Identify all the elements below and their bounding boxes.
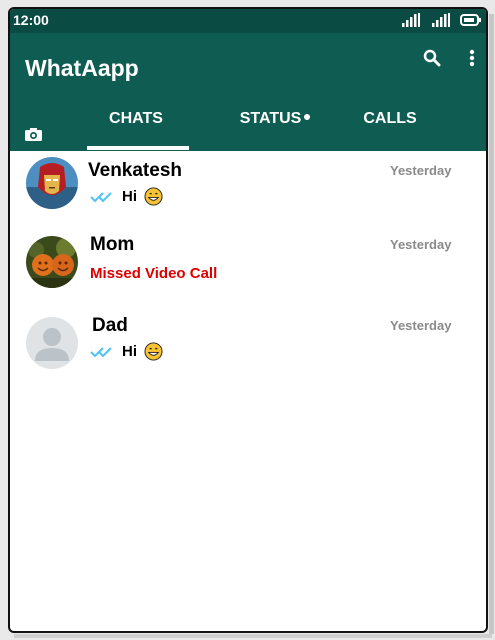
avatar[interactable] (26, 236, 78, 288)
default-avatar-icon (26, 317, 78, 369)
contact-name: Mom (90, 234, 135, 255)
frame-shadow-right (489, 14, 494, 634)
tab-status-label: STATUS (239, 110, 302, 127)
double-tick-icon (90, 347, 112, 358)
signal-icon (432, 13, 450, 27)
chat-row-dad[interactable]: Dad Yesterday Hi (10, 312, 486, 382)
double-tick-icon (90, 192, 112, 203)
chat-row-mom[interactable]: Mom Yesterday Missed Video Call (10, 231, 486, 301)
missed-call-text: Missed Video Call (90, 265, 218, 282)
chat-row-venkatesh[interactable]: Venkatesh Yesterday Hi (10, 157, 486, 227)
active-tab-indicator (87, 146, 189, 150)
tab-status[interactable]: STATUS (230, 110, 320, 128)
tab-calls-label: CALLS (363, 110, 417, 127)
chat-timestamp: Yesterday (390, 318, 452, 333)
frame-shadow-bottom (14, 634, 492, 638)
more-options-icon[interactable] (469, 49, 475, 67)
grinning-emoji-icon (144, 187, 163, 206)
tab-calls[interactable]: CALLS (360, 110, 420, 128)
message-text: Hi (122, 188, 137, 205)
avatar[interactable] (26, 157, 78, 209)
phone-screen: 12:00 WhatAapp CHATS STATUS CALLS Venkat… (8, 7, 488, 633)
app-title: WhatAapp (25, 55, 139, 81)
contact-name: Venkatesh (88, 160, 182, 181)
signal-icon (402, 13, 420, 27)
grinning-emoji-icon (144, 342, 163, 361)
avatar[interactable] (26, 317, 78, 369)
chat-timestamp: Yesterday (390, 163, 452, 178)
status-bar: 12:00 (10, 9, 486, 33)
tab-chats[interactable]: CHATS (84, 110, 188, 128)
message-text: Hi (122, 343, 137, 360)
search-icon[interactable] (423, 49, 441, 67)
app-bar: WhatAapp CHATS STATUS CALLS (10, 33, 486, 151)
avatar-image-icon (26, 236, 78, 288)
tab-chats-label: CHATS (109, 110, 163, 127)
status-time: 12:00 (13, 12, 49, 28)
battery-icon (460, 14, 481, 26)
avatar-image-icon (26, 157, 78, 209)
chat-timestamp: Yesterday (390, 237, 452, 252)
status-update-dot (304, 114, 311, 120)
contact-name: Dad (92, 315, 128, 336)
camera-icon[interactable] (25, 128, 42, 141)
